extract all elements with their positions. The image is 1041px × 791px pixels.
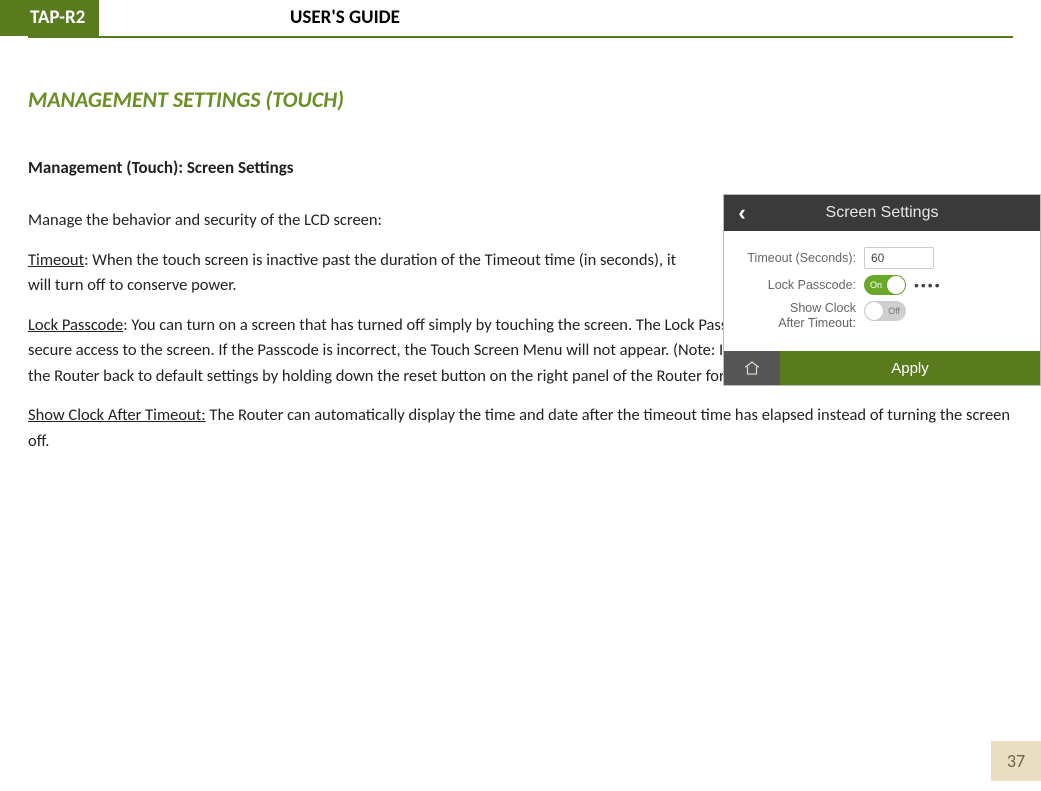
timeout-desc: : When the touch screen is inactive past…: [28, 250, 676, 296]
doc-title: USER'S GUIDE: [290, 0, 400, 36]
label-lock: Lock Passcode:: [736, 278, 864, 293]
page-number: 37: [991, 741, 1041, 781]
toggle-knob: [887, 276, 905, 294]
product-tag: TAP-R2: [0, 0, 99, 36]
row-lock: Lock Passcode: On ••••: [736, 275, 1028, 295]
chevron-left-icon: ‹: [738, 200, 745, 226]
lock-passcode-masked: ••••: [914, 277, 942, 293]
timeout-para: Timeout: When the touch screen is inacti…: [28, 248, 678, 299]
row-timeout: Timeout (Seconds):: [736, 247, 1028, 269]
home-button[interactable]: [724, 351, 780, 385]
apply-button[interactable]: Apply: [780, 351, 1040, 385]
row-clock: Show Clock After Timeout: Off: [736, 301, 1028, 331]
toggle-knob: [865, 302, 883, 320]
touch-header: ‹ Screen Settings: [724, 195, 1040, 231]
toggle-off-text: Off: [888, 306, 900, 316]
timeout-input[interactable]: [864, 247, 934, 269]
lock-toggle[interactable]: On: [864, 275, 906, 295]
toggle-on-text: On: [870, 280, 882, 290]
back-button[interactable]: ‹: [724, 195, 760, 231]
timeout-term: Timeout: [28, 250, 84, 270]
header-rule: [28, 36, 1013, 38]
touch-screen-mock: ‹ Screen Settings Timeout (Seconds): Loc…: [723, 194, 1041, 386]
clock-term: Show Clock After Timeout:: [28, 405, 206, 425]
intro-text: Manage the behavior and security of the …: [28, 208, 678, 234]
clock-toggle[interactable]: Off: [864, 301, 906, 321]
touch-footer: Apply: [724, 351, 1040, 385]
clock-para: Show Clock After Timeout: The Router can…: [28, 403, 1013, 454]
home-icon: [743, 359, 761, 377]
touch-title: Screen Settings: [760, 204, 1040, 222]
label-clock: Show Clock After Timeout:: [736, 301, 864, 331]
subheading: Management (Touch): Screen Settings: [28, 157, 1013, 178]
touch-body: Timeout (Seconds): Lock Passcode: On •••…: [724, 231, 1040, 351]
doc-header: TAP-R2 USER'S GUIDE: [0, 0, 1041, 44]
label-clock-l2: After Timeout:: [778, 316, 856, 330]
lock-term: Lock Passcode: [28, 315, 123, 335]
section-title: MANAGEMENT SETTINGS (TOUCH): [28, 86, 1013, 113]
page-content: MANAGEMENT SETTINGS (TOUCH) Management (…: [0, 44, 1041, 455]
label-timeout: Timeout (Seconds):: [736, 251, 864, 266]
label-clock-l1: Show Clock: [790, 301, 856, 315]
